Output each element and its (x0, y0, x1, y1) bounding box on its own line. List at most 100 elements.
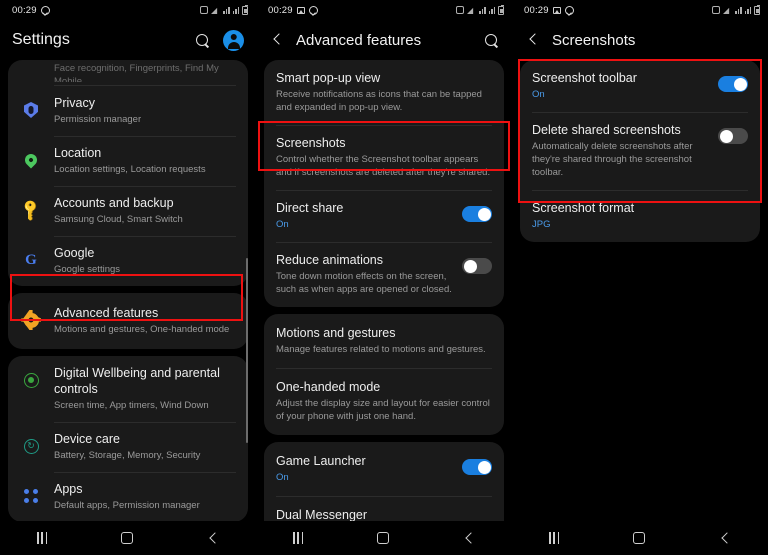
sidebar-item-label: Device care (54, 432, 120, 446)
list-item-label: Smart pop-up view (276, 71, 381, 85)
account-avatar[interactable] (223, 29, 244, 51)
alarm-icon (456, 6, 464, 14)
advanced-features-list: Smart pop-up view Receive notifications … (256, 60, 512, 555)
home-icon[interactable] (633, 532, 646, 544)
sidebar-item-label: Privacy (54, 96, 95, 110)
list-item-game-launcher[interactable]: Game Launcher On (264, 442, 504, 496)
search-icon[interactable] (194, 32, 211, 49)
whatsapp-icon (308, 5, 318, 15)
app-bar-advanced-features: Advanced features (256, 20, 512, 60)
list-item-label: Screenshot toolbar (532, 71, 637, 85)
recents-icon[interactable] (548, 532, 560, 544)
list-item-label: Motions and gestures (276, 326, 396, 340)
recents-icon[interactable] (36, 532, 48, 544)
home-icon[interactable] (121, 532, 134, 544)
battery-icon (242, 4, 248, 15)
back-icon[interactable] (207, 532, 219, 544)
sidebar-item-label: Google (54, 246, 95, 260)
toggle-direct-share[interactable] (462, 206, 492, 222)
sidebar-item-advanced-features[interactable]: Advanced features Motions and gestures, … (8, 293, 248, 349)
status-time: 00:29 (268, 4, 293, 16)
list-item-motions-and-gestures[interactable]: Motions and gestures Manage features rel… (264, 314, 504, 368)
wellbeing-ring-icon (20, 369, 42, 391)
sidebar-item-sublabel: Default apps, Permission manager (54, 500, 200, 511)
page-title: Advanced features (296, 31, 422, 49)
search-icon[interactable] (483, 32, 500, 49)
location-pin-icon (20, 149, 42, 171)
screenshots-list: Screenshot toolbar On Delete shared scre… (512, 60, 768, 242)
list-item-sublabel: Tone down motion effects on the screen, … (276, 271, 452, 295)
list-item-screenshot-toolbar[interactable]: Screenshot toolbar On (520, 60, 760, 112)
list-item-direct-share[interactable]: Direct share On (264, 190, 504, 242)
signal-bars-icon (488, 6, 495, 14)
sidebar-item-digital-wellbeing[interactable]: Digital Wellbeing and parental controls … (8, 356, 248, 422)
sidebar-item-apps[interactable]: Apps Default apps, Permission manager (8, 472, 248, 522)
list-item-screenshots[interactable]: Screenshots Control whether the Screensh… (264, 125, 504, 190)
sidebar-item-label: Accounts and backup (54, 196, 174, 210)
sidebar-item-sublabel: Google settings (54, 264, 121, 275)
list-item-sublabel: On (276, 219, 289, 230)
sidebar-item-sublabel: Screen time, App timers, Wind Down (54, 400, 209, 411)
status-bar-panel2: 00:29 ◢ (256, 0, 512, 20)
list-item-sublabel: Manage features related to motions and g… (276, 344, 486, 355)
device-care-icon (20, 435, 42, 457)
sidebar-item-privacy[interactable]: Privacy Permission manager (8, 86, 248, 136)
screenshots-card: Screenshot toolbar On Delete shared scre… (520, 60, 760, 242)
sidebar-item-label: Apps (54, 482, 83, 496)
wifi-icon: ◢ (211, 5, 218, 15)
alarm-icon (200, 6, 208, 14)
image-icon (552, 6, 561, 14)
list-item-delete-shared-screenshots[interactable]: Delete shared screenshots Automatically … (520, 112, 760, 190)
list-item-label: Game Launcher (276, 454, 366, 468)
list-item-smart-popup-view[interactable]: Smart pop-up view Receive notifications … (264, 60, 504, 125)
sidebar-item-sublabel: Location settings, Location requests (54, 164, 206, 175)
list-item-sublabel: Automatically delete screenshots after t… (532, 141, 693, 178)
signal-icon (223, 6, 230, 14)
list-item-sublabel: Adjust the display size and layout for e… (276, 398, 490, 422)
sidebar-item-sublabel: Samsung Cloud, Smart Switch (54, 214, 183, 225)
scrollbar-panel1[interactable] (246, 258, 248, 443)
toggle-screenshot-toolbar[interactable] (718, 76, 748, 92)
sidebar-item-sublabel: Motions and gestures, One-handed mode (54, 324, 230, 335)
back-arrow-icon[interactable] (268, 31, 286, 49)
signal-bars-icon (232, 6, 239, 14)
toggle-delete-shared-screenshots[interactable] (718, 128, 748, 144)
signal-icon (735, 6, 742, 14)
sidebar-item-label: Digital Wellbeing and parental controls (54, 366, 220, 396)
sidebar-item-location[interactable]: Location Location settings, Location req… (8, 136, 248, 186)
shield-icon (20, 99, 42, 121)
sidebar-item-sublabel: Permission manager (54, 114, 142, 125)
back-icon[interactable] (719, 532, 731, 544)
home-icon[interactable] (377, 532, 390, 544)
wifi-icon: ◢ (723, 5, 730, 15)
list-item-reduce-animations[interactable]: Reduce animations Tone down motion effec… (264, 242, 504, 307)
sidebar-item-label: Location (54, 146, 102, 160)
settings-card-advanced: Advanced features Motions and gestures, … (8, 293, 248, 349)
battery-icon (498, 4, 504, 15)
advanced-card-group2: Motions and gestures Manage features rel… (264, 314, 504, 435)
app-bar-screenshots: Screenshots (512, 20, 768, 60)
wifi-icon: ◢ (467, 5, 474, 15)
page-title: Settings (12, 31, 70, 48)
key-icon: 🔑 (18, 197, 44, 223)
list-item-label: Screenshots (276, 136, 346, 150)
back-arrow-icon[interactable] (524, 31, 542, 49)
list-item-one-handed-mode[interactable]: One-handed mode Adjust the display size … (264, 368, 504, 435)
three-panel-screenshot-comparison: 00:29 ◢ Settings Face recognition, Finge… (0, 0, 768, 555)
apps-grid-icon (20, 485, 42, 507)
settings-card-partial: Face recognition, Fingerprints, Find My … (8, 60, 248, 286)
sidebar-item-label: Advanced features (54, 306, 159, 320)
recents-icon[interactable] (292, 532, 304, 544)
list-item-label: Screenshot format (532, 201, 635, 215)
toggle-game-launcher[interactable] (462, 459, 492, 475)
sidebar-item-accounts-and-backup[interactable]: 🔑 Accounts and backup Samsung Cloud, Sma… (8, 186, 248, 236)
list-item-screenshot-format[interactable]: Screenshot format JPG (520, 190, 760, 242)
status-time: 00:29 (524, 4, 549, 16)
toggle-reduce-animations[interactable] (462, 258, 492, 274)
sidebar-item-device-care[interactable]: Device care Battery, Storage, Memory, Se… (8, 422, 248, 472)
sidebar-item-google[interactable]: G Google Google settings (8, 236, 248, 286)
list-item-label: Reduce animations (276, 253, 384, 267)
alarm-icon (712, 6, 720, 14)
back-icon[interactable] (463, 532, 475, 544)
settings-list: Face recognition, Fingerprints, Find My … (0, 60, 256, 555)
